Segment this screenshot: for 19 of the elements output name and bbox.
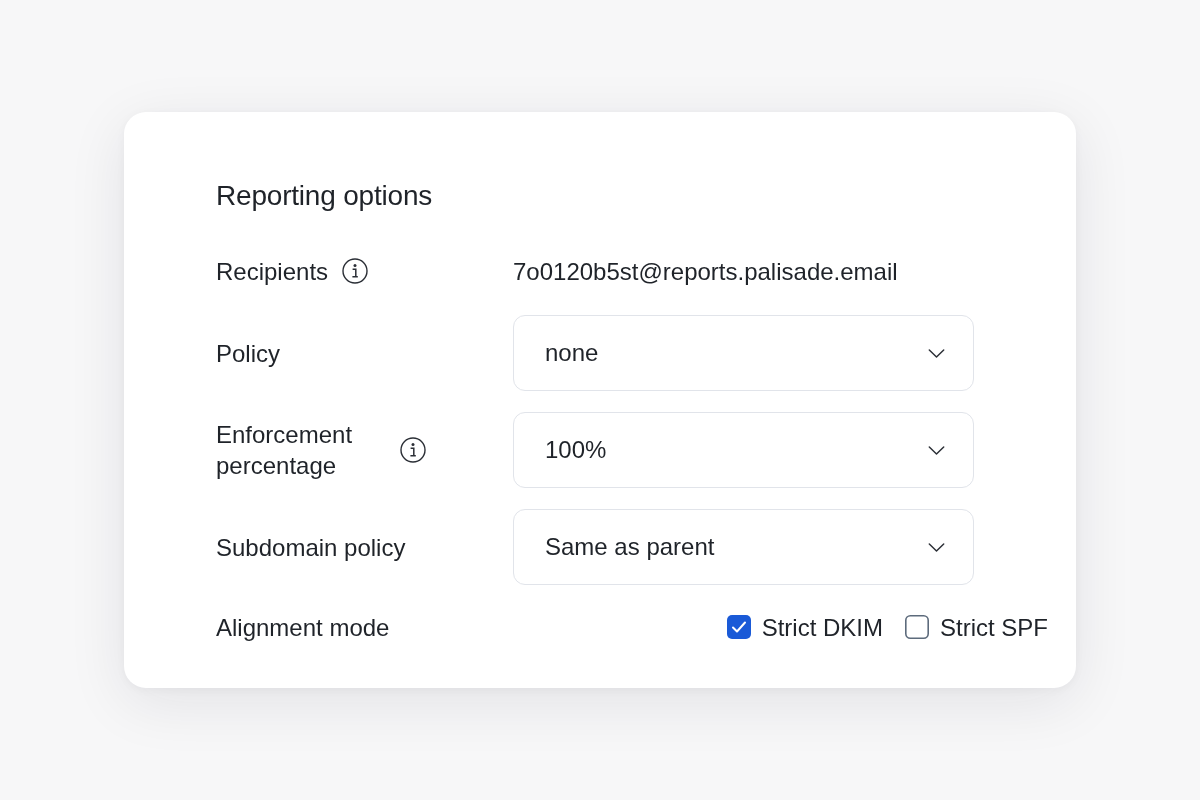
checkbox-label[interactable]: Strict SPF: [940, 611, 1048, 643]
section-title: Reporting options: [216, 179, 433, 213]
field-label: Recipients: [216, 256, 329, 287]
dropdown[interactable]: 100%: [513, 412, 974, 488]
field-label: Alignment mode: [216, 612, 390, 643]
dropdown[interactable]: none: [513, 315, 974, 391]
chevron-down-icon: [928, 542, 945, 552]
recipient-email: 7o0120b5st@reports.palisade.email: [513, 257, 898, 285]
info-icon[interactable]: [400, 437, 426, 463]
checkbox[interactable]: [726, 615, 751, 639]
info-icon[interactable]: [342, 258, 369, 284]
field-label: Enforcement percentage: [216, 420, 354, 481]
dropdown[interactable]: Same as parent: [513, 509, 974, 585]
checkbox-label[interactable]: Strict DKIM: [761, 611, 883, 643]
field-label: Policy: [216, 338, 281, 369]
checkbox[interactable]: [905, 615, 929, 639]
chevron-down-icon: [928, 445, 945, 455]
field-label: Subdomain policy: [216, 532, 406, 563]
chevron-down-icon: [928, 348, 945, 358]
